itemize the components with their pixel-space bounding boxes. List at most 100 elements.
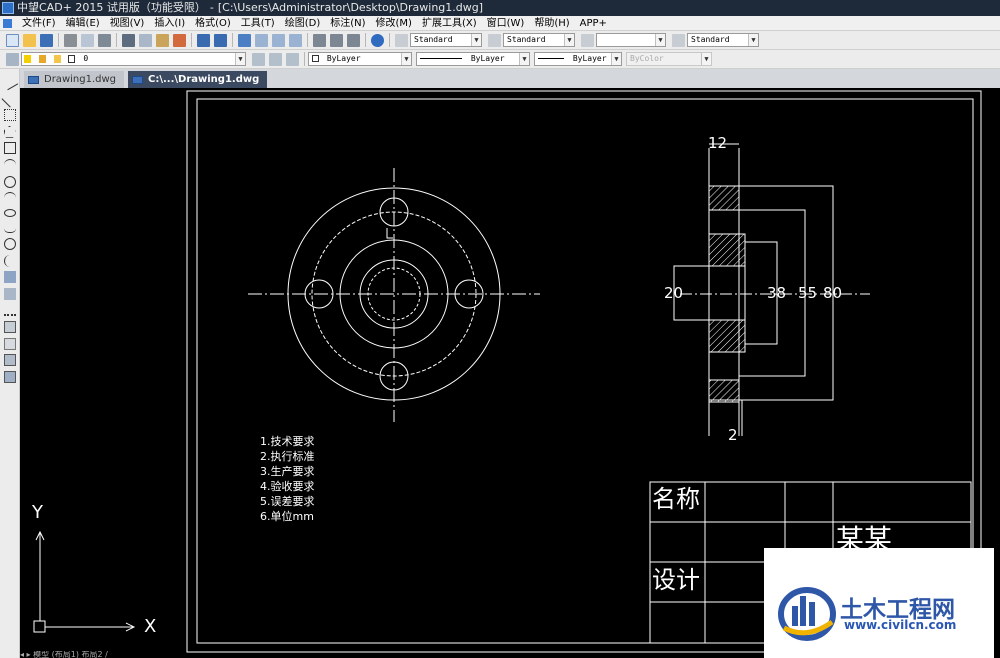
note-line: 2.执行标准 bbox=[260, 450, 315, 463]
zoom-previous-icon[interactable] bbox=[289, 33, 302, 47]
publish-icon[interactable] bbox=[98, 33, 111, 47]
multileader-style-icon[interactable] bbox=[672, 33, 685, 47]
donut-tool-icon[interactable] bbox=[3, 254, 16, 267]
undo-icon[interactable] bbox=[197, 33, 210, 47]
technical-notes: 1.技术要求 2.执行标准 3.生产要求 4.验收要求 5.误差要求 6.单位m… bbox=[260, 434, 315, 524]
save-icon[interactable] bbox=[40, 33, 53, 47]
lineweight-select[interactable]: ByLayer ▼ bbox=[534, 52, 622, 66]
menu-express-tools[interactable]: 扩展工具(X) bbox=[417, 16, 482, 31]
open-folder-icon[interactable] bbox=[23, 33, 36, 47]
layer-color-icon bbox=[68, 54, 76, 63]
color-swatch-icon bbox=[312, 55, 319, 62]
menu-view[interactable]: 视图(V) bbox=[105, 16, 150, 31]
ucs-icon bbox=[33, 530, 136, 633]
draw-toolbar bbox=[0, 69, 20, 658]
rectangle-tool-icon[interactable] bbox=[3, 142, 16, 155]
app-logo-icon bbox=[2, 2, 14, 14]
make-block-icon[interactable] bbox=[3, 287, 16, 300]
civilcn-watermark: 土木工程网 www.civilcn.com bbox=[764, 548, 994, 658]
tool-palettes-icon[interactable] bbox=[347, 33, 360, 47]
menu-file[interactable]: 文件(F) bbox=[17, 16, 61, 31]
construction-line-icon[interactable] bbox=[3, 109, 16, 122]
dim-style-icon[interactable] bbox=[488, 33, 501, 47]
menu-format[interactable]: 格式(O) bbox=[190, 16, 236, 31]
new-file-icon[interactable] bbox=[6, 33, 19, 47]
circle-tool-icon[interactable] bbox=[3, 175, 16, 188]
multiline-text-icon[interactable] bbox=[3, 370, 16, 383]
insert-block-icon[interactable] bbox=[3, 271, 16, 284]
properties-icon[interactable] bbox=[313, 33, 326, 47]
linetype-select[interactable]: ByLayer ▼ bbox=[416, 52, 530, 66]
layer-freeze-icon bbox=[38, 54, 46, 63]
ellipse-arc-icon[interactable] bbox=[3, 237, 16, 250]
color-select[interactable]: ByLayer ▼ bbox=[308, 52, 412, 66]
menu-modify[interactable]: 修改(M) bbox=[371, 16, 417, 31]
zoom-window-icon[interactable] bbox=[272, 33, 285, 47]
cut-icon[interactable] bbox=[122, 33, 135, 47]
menu-dimension[interactable]: 标注(N) bbox=[325, 16, 370, 31]
layer-manager-icon[interactable] bbox=[6, 52, 19, 66]
pan-icon[interactable] bbox=[238, 33, 251, 47]
print-icon[interactable] bbox=[64, 33, 77, 47]
design-center-icon[interactable] bbox=[330, 33, 343, 47]
match-properties-icon[interactable] bbox=[173, 33, 186, 47]
layers-toolbar: 0 ▼ ByLayer ▼ ByLayer ▼ ByLayer ▼ ByColor ▼ bbox=[0, 50, 1000, 69]
table-tool-icon[interactable] bbox=[3, 354, 16, 367]
region-tool-icon[interactable] bbox=[3, 337, 16, 350]
note-line: 4.验收要求 bbox=[260, 480, 315, 493]
plot-style-select: ByColor ▼ bbox=[626, 52, 712, 66]
table-style-select[interactable]: ▼ bbox=[596, 33, 666, 47]
title-bar: 中望CAD+ 2015 试用版（功能受限） - [C:\Users\Admini… bbox=[0, 0, 1000, 16]
note-line: 1.技术要求 bbox=[260, 435, 315, 448]
copy-icon[interactable] bbox=[139, 33, 152, 47]
standard-toolbar: Standard ▼ Standard ▼ ▼ Standard ▼ bbox=[0, 31, 1000, 50]
menu-help[interactable]: 帮助(H) bbox=[529, 16, 574, 31]
dimension-55: 55 bbox=[798, 284, 818, 302]
note-line: 6.单位mm bbox=[260, 510, 314, 523]
redo-icon[interactable] bbox=[214, 33, 227, 47]
arc-tool-icon[interactable] bbox=[3, 158, 16, 171]
menu-insert[interactable]: 插入(I) bbox=[149, 16, 190, 31]
cad-application: 中望CAD+ 2015 试用版（功能受限） - [C:\Users\Admini… bbox=[0, 0, 1000, 658]
dim-style-select[interactable]: Standard ▼ bbox=[503, 33, 575, 47]
point-tool-icon[interactable] bbox=[3, 304, 16, 317]
title-separator: - bbox=[209, 1, 214, 14]
menu-app-plus[interactable]: APP+ bbox=[575, 16, 612, 31]
print-preview-icon[interactable] bbox=[81, 33, 94, 47]
dimension-2: 2 bbox=[728, 426, 738, 444]
line-tool-icon[interactable] bbox=[1, 73, 18, 91]
polygon-tool-icon[interactable] bbox=[3, 125, 16, 138]
note-line: 3.生产要求 bbox=[260, 465, 315, 478]
zoom-realtime-icon[interactable] bbox=[255, 33, 268, 47]
model-layout-tabs[interactable]: ◂ ▸ 模型 (布局1) 布局2 / bbox=[20, 651, 280, 658]
multileader-style-select[interactable]: Standard ▼ bbox=[687, 33, 759, 47]
document-menu-icon[interactable] bbox=[3, 18, 12, 28]
dwg-file-icon bbox=[132, 75, 143, 84]
tab-drawing1-desktop[interactable]: C:\...\Drawing1.dwg bbox=[128, 71, 268, 88]
menu-tools[interactable]: 工具(T) bbox=[236, 16, 280, 31]
current-layer-name: 0 bbox=[83, 54, 89, 63]
note-line: 5.误差要求 bbox=[260, 495, 315, 508]
paste-icon[interactable] bbox=[156, 33, 169, 47]
dimension-20: 20 bbox=[664, 284, 684, 302]
flange-front-view bbox=[248, 168, 540, 422]
dwg-file-icon bbox=[28, 75, 39, 84]
layer-previous-icon[interactable] bbox=[269, 52, 282, 66]
text-style-select[interactable]: Standard ▼ bbox=[410, 33, 482, 47]
hatch-tool-icon[interactable] bbox=[3, 320, 16, 333]
tab-drawing1[interactable]: Drawing1.dwg bbox=[24, 71, 124, 88]
ellipse-tool-icon[interactable] bbox=[3, 208, 16, 217]
help-icon[interactable] bbox=[371, 33, 384, 47]
layer-isolate-icon[interactable] bbox=[286, 52, 299, 66]
menu-draw[interactable]: 绘图(D) bbox=[280, 16, 326, 31]
menu-edit[interactable]: 编辑(E) bbox=[61, 16, 105, 31]
layer-select[interactable]: 0 ▼ bbox=[21, 52, 246, 66]
revision-cloud-icon[interactable] bbox=[3, 192, 16, 204]
table-style-icon[interactable] bbox=[581, 33, 594, 47]
watermark-url: www.civilcn.com bbox=[844, 618, 957, 632]
ray-tool-icon[interactable] bbox=[1, 90, 18, 108]
make-layer-current-icon[interactable] bbox=[252, 52, 265, 66]
menu-window[interactable]: 窗口(W) bbox=[482, 16, 530, 31]
text-style-icon[interactable] bbox=[395, 33, 408, 47]
spline-tool-icon[interactable] bbox=[3, 221, 16, 234]
